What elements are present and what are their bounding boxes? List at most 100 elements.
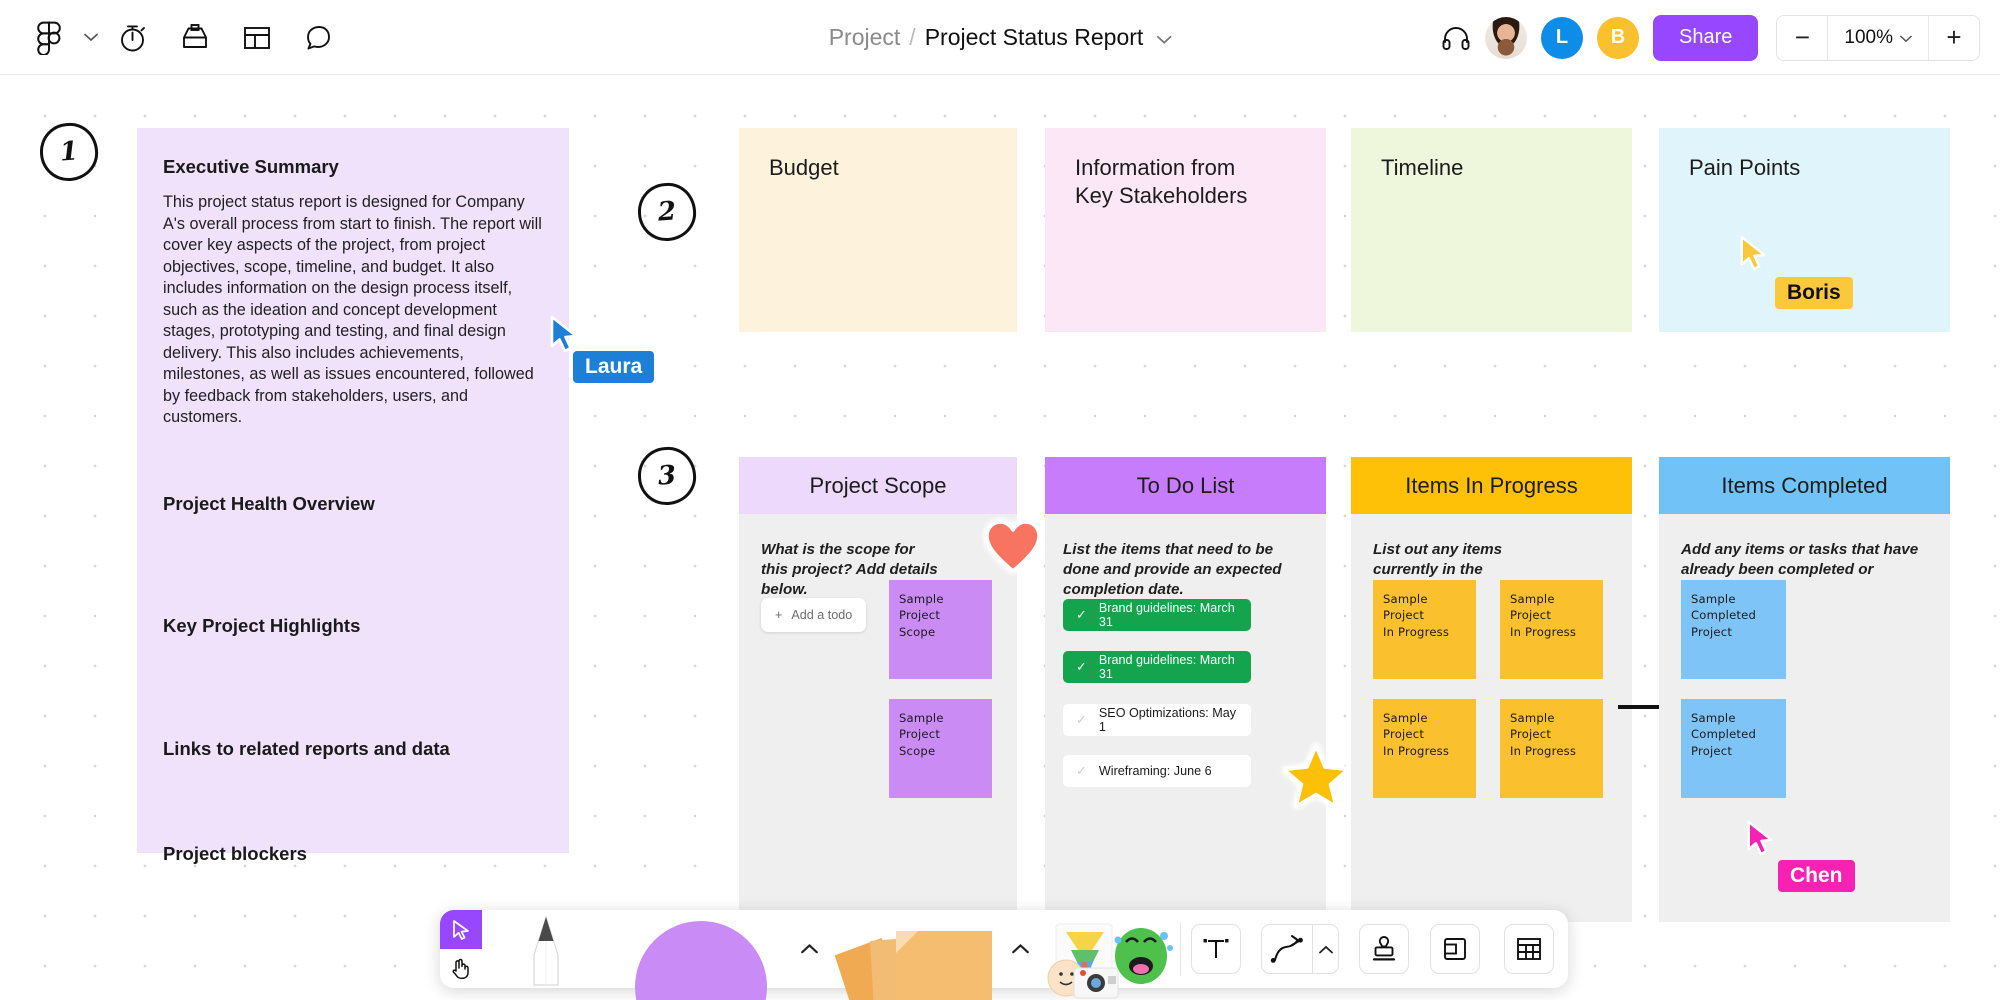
top-toolbar-right: L B Share − 100% +	[1441, 0, 1980, 75]
check-icon: ✓	[1076, 659, 1087, 674]
star-sticker[interactable]	[1282, 744, 1350, 809]
todo-item-open[interactable]: ✓ SEO Optimizations: May 1	[1063, 704, 1251, 736]
card-budget[interactable]: Budget	[739, 128, 1017, 332]
section-project-blockers[interactable]: Project blockers	[163, 843, 307, 865]
select-tool-group	[440, 910, 483, 988]
zoom-in-button[interactable]: +	[1929, 15, 1979, 60]
todo-item-label: Brand guidelines: March 31	[1098, 653, 1235, 681]
sticky-note[interactable]: Sample Completed Project	[1681, 580, 1786, 679]
stamp-tool[interactable]	[1348, 910, 1419, 988]
todo-item-done[interactable]: ✓ Brand guidelines: March 31	[1063, 599, 1251, 631]
cursor-label-boris: Boris	[1775, 277, 1853, 309]
zoom-level-dropdown[interactable]: 100%	[1827, 15, 1929, 60]
section-tool[interactable]	[1420, 910, 1491, 988]
zoom-level-value: 100%	[1844, 26, 1893, 48]
card-budget-title: Budget	[769, 155, 839, 180]
section-key-project-highlights[interactable]: Key Project Highlights	[163, 615, 360, 637]
pencil-tool[interactable]	[482, 910, 609, 988]
connector-icon[interactable]	[1262, 924, 1312, 974]
section-links-to-related-reports[interactable]: Links to related reports and data	[163, 738, 450, 760]
column-to-do-list[interactable]: To Do List List the items that need to b…	[1045, 457, 1326, 922]
heart-sticker[interactable]	[985, 520, 1041, 573]
column-items-in-progress-body[interactable]: List out any items currently in the work…	[1351, 514, 1632, 922]
shape-ellipse-icon[interactable]	[610, 910, 793, 1000]
column-items-completed[interactable]: Items Completed Add any items or tasks t…	[1659, 457, 1950, 922]
cursor-pointer-icon	[550, 315, 578, 353]
step-number-2: 2	[636, 181, 698, 243]
connector-tool[interactable]	[1252, 910, 1348, 988]
page-title[interactable]: Project Status Report	[925, 24, 1144, 51]
column-items-in-progress-title: Items In Progress	[1405, 472, 1578, 498]
cursor-pointer-icon	[1747, 820, 1773, 856]
add-todo-label: Add a todo	[791, 608, 853, 622]
executive-summary-panel[interactable]: Executive Summary This project status re…	[137, 128, 569, 864]
shape-chevron-up-icon[interactable]	[793, 939, 826, 959]
table-icon[interactable]	[1504, 924, 1555, 974]
todo-item-label: Wireframing: June 6	[1098, 764, 1212, 778]
todo-item-label: Brand guidelines: March 31	[1098, 601, 1235, 629]
connector-chevron-up-icon[interactable]	[1312, 924, 1338, 974]
column-project-scope-header: Project Scope	[739, 457, 1017, 514]
cursor-boris: Boris	[1738, 235, 1853, 309]
timer-icon[interactable]	[102, 7, 164, 69]
avatar-l[interactable]: L	[1541, 16, 1584, 59]
cursor-laura: Laura	[548, 315, 655, 383]
sticky-note-icon[interactable]	[826, 910, 1004, 1000]
column-items-in-progress[interactable]: Items In Progress List out any items cur…	[1351, 457, 1632, 922]
todo-item-open[interactable]: ✓ Wireframing: June 6	[1063, 755, 1251, 787]
breadcrumb-separator: /	[909, 24, 916, 50]
board-canvas[interactable]: 1 Executive Summary This project status …	[0, 75, 2000, 1000]
comment-icon[interactable]	[288, 7, 350, 69]
figma-logo-icon[interactable]	[18, 7, 80, 69]
step-number-1: 1	[38, 121, 100, 183]
template-icon[interactable]	[226, 7, 288, 69]
avatar-l-initial: L	[1555, 26, 1569, 48]
text-tool-icon[interactable]	[1180, 910, 1251, 988]
chevron-down-icon	[1900, 27, 1912, 49]
file-menu-chevron-icon[interactable]	[80, 7, 102, 69]
sticky-note[interactable]: Sample Project In Progress	[1500, 699, 1603, 798]
sticky-note[interactable]: Sample Project In Progress	[1500, 580, 1603, 679]
card-stakeholder-info[interactable]: Information from Key Stakeholders	[1045, 128, 1326, 332]
inbox-icon[interactable]	[164, 7, 226, 69]
sticky-note[interactable]: Sample Project In Progress	[1373, 699, 1476, 798]
column-items-in-progress-header: Items In Progress	[1351, 457, 1632, 514]
executive-summary-heading: Executive Summary	[163, 156, 339, 177]
avatar-b[interactable]: B	[1597, 16, 1640, 59]
column-to-do-list-body[interactable]: List the items that need to be done and …	[1045, 514, 1326, 922]
breadcrumb-parent[interactable]: Project	[829, 24, 901, 51]
avatar[interactable]	[1485, 16, 1528, 59]
section-icon[interactable]	[1430, 924, 1481, 974]
section-project-health-overview[interactable]: Project Health Overview	[163, 493, 375, 515]
step-1-label: 1	[58, 136, 80, 168]
check-icon: ✓	[1076, 763, 1087, 778]
headphones-icon[interactable]	[1441, 25, 1471, 51]
column-items-completed-header: Items Completed	[1659, 457, 1950, 514]
breadcrumb: Project / Project Status Report	[829, 0, 1172, 75]
table-tool[interactable]	[1491, 910, 1568, 988]
stickers-icon[interactable]	[1037, 910, 1180, 999]
hand-icon[interactable]	[440, 949, 483, 988]
zoom-out-button[interactable]: −	[1777, 15, 1828, 60]
column-project-scope[interactable]: Project Scope What is the scope for this…	[739, 457, 1017, 922]
title-chevron-down-icon[interactable]	[1156, 24, 1172, 51]
sticky-note[interactable]: Sample Completed Project	[1681, 699, 1786, 798]
top-toolbar: Project / Project Status Report L B Shar…	[0, 0, 2000, 75]
sticky-note[interactable]: Sample Project Scope	[889, 699, 992, 798]
column-to-do-list-description: List the items that need to be done and …	[1063, 541, 1282, 598]
add-todo-button[interactable]: + Add a todo	[761, 598, 867, 632]
stamp-icon[interactable]	[1358, 924, 1409, 974]
step-number-3: 3	[636, 445, 698, 507]
sticky-chevron-up-icon[interactable]	[1004, 939, 1037, 959]
column-project-scope-body[interactable]: What is the scope for this project? Add …	[739, 514, 1017, 922]
todo-item-label: SEO Optimizations: May 1	[1098, 706, 1237, 734]
top-toolbar-left	[18, 0, 350, 75]
card-timeline[interactable]: Timeline	[1351, 128, 1632, 332]
cursor-chen: Chen	[1745, 820, 1855, 892]
sticky-note[interactable]: Sample Project Scope	[889, 580, 992, 679]
column-to-do-list-title: To Do List	[1136, 472, 1235, 498]
sticky-note[interactable]: Sample Project In Progress	[1373, 580, 1476, 679]
todo-item-done[interactable]: ✓ Brand guidelines: March 31	[1063, 651, 1251, 683]
cursor-select-icon[interactable]	[440, 910, 483, 949]
share-button[interactable]: Share	[1653, 14, 1759, 61]
